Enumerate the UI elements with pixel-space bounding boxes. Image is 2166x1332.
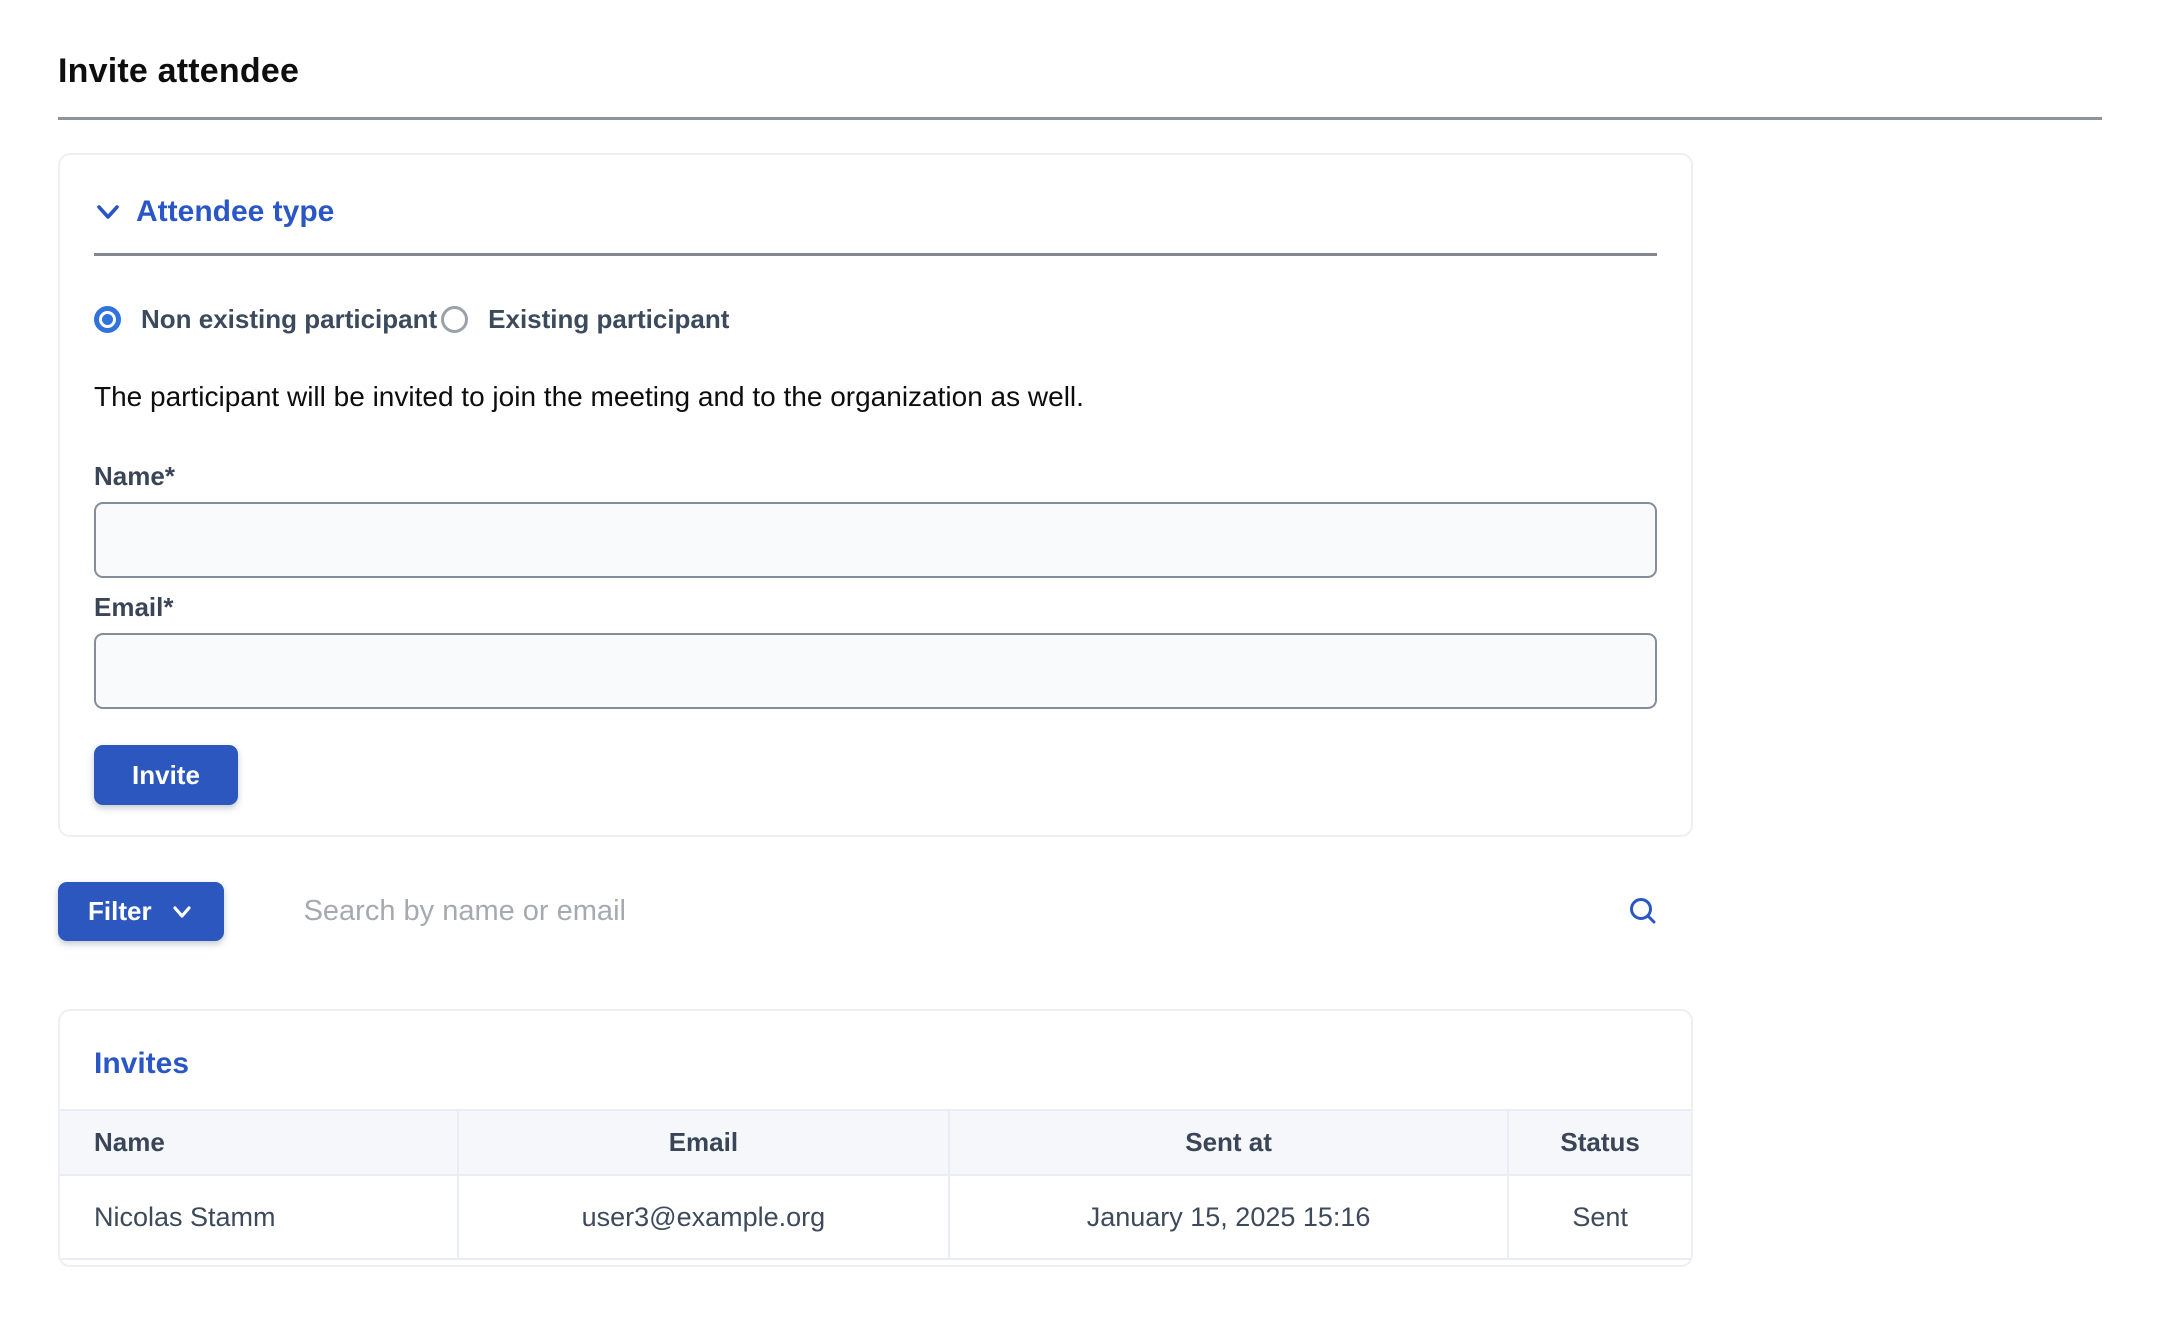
invites-title: Invites: [60, 1011, 1691, 1109]
column-header: Name: [60, 1110, 458, 1175]
filter-button-label: Filter: [88, 896, 152, 927]
search-icon[interactable]: [1621, 890, 1665, 934]
invite-description: The participant will be invited to join …: [94, 381, 1657, 413]
invites-table: NameEmailSent atStatus Nicolas Stammuser…: [60, 1109, 1691, 1260]
column-header: Sent at: [949, 1110, 1508, 1175]
column-header: Status: [1508, 1110, 1691, 1175]
radio-icon: [441, 306, 468, 333]
table-cell: Nicolas Stamm: [60, 1175, 458, 1259]
radio-label: Non existing participant: [141, 304, 437, 335]
name-field-label: Name*: [94, 461, 1657, 492]
attendee-type-section-toggle[interactable]: Attendee type: [94, 195, 334, 229]
invites-table-header-row: NameEmailSent atStatus: [60, 1110, 1691, 1175]
filter-button[interactable]: Filter: [58, 882, 224, 941]
column-header: Email: [458, 1110, 949, 1175]
email-field[interactable]: [94, 633, 1657, 709]
search-input[interactable]: [224, 895, 1621, 928]
chevron-down-icon: [170, 900, 194, 924]
radio-option-existing-participant[interactable]: Existing participant: [441, 304, 729, 335]
table-cell: user3@example.org: [458, 1175, 949, 1259]
invite-button[interactable]: Invite: [94, 745, 238, 805]
attendee-type-radio-group: Non existing participant Existing partici…: [94, 304, 1657, 335]
radio-label: Existing participant: [488, 304, 729, 335]
section-divider: [94, 253, 1657, 256]
radio-option-non-existing-participant[interactable]: Non existing participant: [94, 304, 437, 335]
title-divider: [58, 117, 2102, 120]
attendee-type-card: Attendee type Non existing participant Ex…: [58, 153, 1693, 837]
table-cell: January 15, 2025 15:16: [949, 1175, 1508, 1259]
email-field-label: Email*: [94, 592, 1657, 623]
invites-table-body: Nicolas Stammuser3@example.orgJanuary 15…: [60, 1175, 1691, 1259]
page: Invite attendee Attendee type Non existi…: [0, 0, 2166, 1267]
page-title: Invite attendee: [58, 52, 2166, 91]
name-field[interactable]: [94, 502, 1657, 578]
table-row: Nicolas Stammuser3@example.orgJanuary 15…: [60, 1175, 1691, 1259]
chevron-down-icon: [94, 198, 122, 226]
invites-card: Invites NameEmailSent atStatus Nicolas S…: [58, 1009, 1693, 1267]
table-cell: Sent: [1508, 1175, 1691, 1259]
radio-icon: [94, 306, 121, 333]
section-title: Attendee type: [136, 195, 334, 229]
filter-search-bar: Filter: [58, 882, 1693, 941]
